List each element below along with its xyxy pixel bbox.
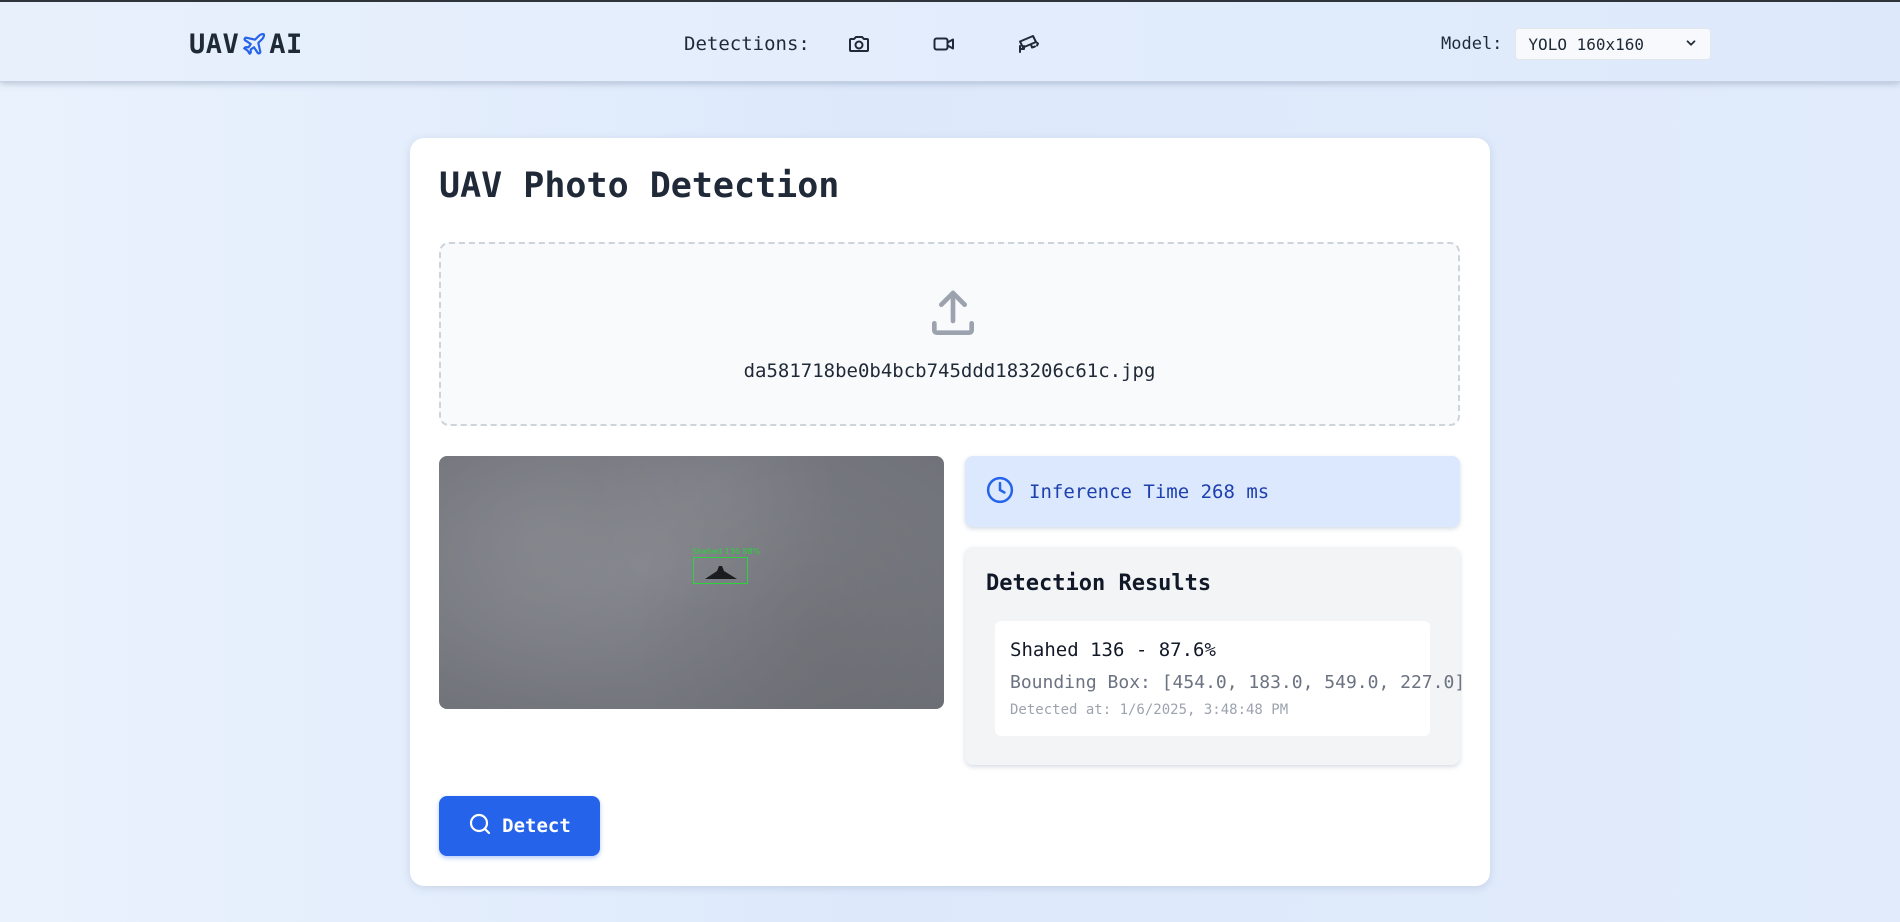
detect-button-label: Detect: [502, 815, 571, 837]
page-title: UAV Photo Detection: [439, 166, 840, 206]
upload-icon: [925, 286, 981, 346]
result-class-confidence: Shahed 136 - 87.6%: [1010, 639, 1216, 661]
model-picker: Model: YOLO 160x160: [1441, 28, 1712, 60]
model-selected-value: YOLO 160x160: [1528, 34, 1645, 54]
drone-silhouette: [705, 566, 737, 579]
upload-dropzone[interactable]: da581718be0b4bcb745ddd183206c61c.jpg: [439, 242, 1460, 426]
logo-text-uav: UAV: [189, 28, 240, 60]
model-label: Model:: [1441, 34, 1503, 54]
bbox-label: Shahed 136 88%: [692, 547, 761, 556]
detection-results-panel: Detection Results Shahed 136 - 87.6% Bou…: [965, 547, 1465, 765]
clock-icon: [985, 475, 1015, 509]
chevron-down-icon: [1684, 35, 1698, 54]
search-icon: [468, 812, 492, 841]
top-navbar: UAV AI Detections: Model: YOLO 160x160: [0, 0, 1900, 82]
results-title: Detection Results: [986, 571, 1212, 596]
plane-icon: [241, 31, 267, 57]
uploaded-filename: da581718be0b4bcb745ddd183206c61c.jpg: [743, 360, 1156, 382]
detect-button[interactable]: Detect: [439, 796, 600, 856]
detections-label: Detections:: [684, 33, 810, 55]
cctv-camera-icon[interactable]: [1014, 29, 1044, 59]
result-bounding-box: Bounding Box: [454.0, 183.0, 549.0, 227.…: [1010, 672, 1466, 693]
inference-time-text: Inference Time 268 ms: [1029, 480, 1270, 503]
video-icon[interactable]: [929, 29, 959, 59]
camera-icon[interactable]: [844, 29, 874, 59]
detections-nav: Detections:: [684, 26, 1044, 62]
logo-text-ai: AI: [269, 28, 303, 60]
model-select[interactable]: YOLO 160x160: [1515, 28, 1712, 60]
image-preview: Shahed 136 88%: [439, 456, 944, 709]
result-item: Shahed 136 - 87.6% Bounding Box: [454.0,…: [995, 621, 1465, 736]
preview-background: [439, 456, 944, 709]
result-detected-at: Detected at: 1/6/2025, 3:48:48 PM: [1010, 702, 1289, 718]
detection-card: UAV Photo Detection da581718be0b4bcb745d…: [410, 138, 1490, 886]
inference-time-panel: Inference Time 268 ms: [965, 456, 1460, 527]
app-logo[interactable]: UAV AI: [189, 26, 303, 62]
